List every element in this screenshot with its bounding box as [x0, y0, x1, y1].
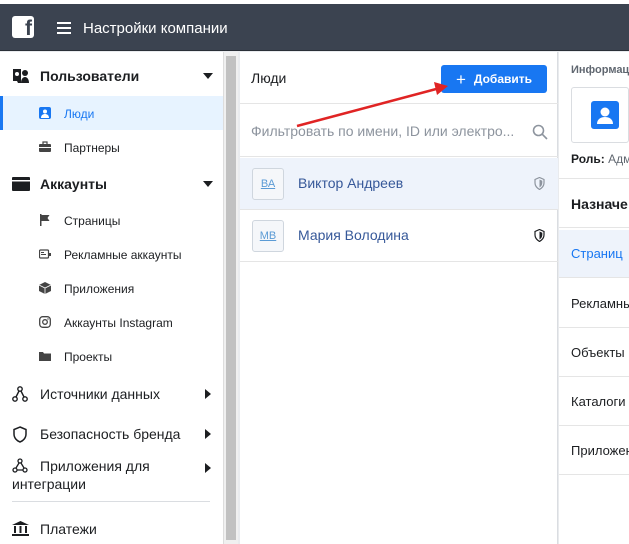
- avatar: МВ: [252, 220, 284, 252]
- data-sources-icon: [12, 386, 28, 402]
- people-panel: Люди + Добавить ВА Виктор Андреев МВ Мар…: [240, 52, 558, 544]
- sidebar-item-label-line2: интеграции: [12, 476, 86, 492]
- sidebar-section-label: Аккаунты: [40, 176, 107, 192]
- sidebar-item-label: Аккаунты Instagram: [64, 316, 173, 330]
- sidebar-item-label: Источники данных: [40, 386, 160, 402]
- instagram-icon: [39, 316, 51, 328]
- sidebar-item-label: Партнеры: [64, 141, 120, 155]
- role-line: Роль: Адм: [571, 152, 629, 166]
- admin-shield-icon: [534, 177, 545, 190]
- sidebar-item-instagram[interactable]: Аккаунты Instagram: [0, 305, 223, 339]
- shield-icon: [13, 426, 27, 443]
- users-icon: [13, 69, 29, 83]
- assigned-assets-header: Назначе: [559, 180, 629, 228]
- avatar: ВА: [252, 168, 284, 200]
- folder-icon: [12, 177, 30, 191]
- chevron-down-icon[interactable]: [203, 73, 213, 79]
- project-folder-icon: [39, 352, 51, 361]
- sidebar-item-data-sources[interactable]: Источники данных: [0, 384, 223, 404]
- user-icon: [591, 101, 619, 129]
- sidebar-item-people[interactable]: Люди: [0, 96, 223, 130]
- sidebar-item-ad-accounts[interactable]: Рекламные аккаунты: [0, 237, 223, 271]
- sidebar-item-pages[interactable]: Страницы: [0, 203, 223, 237]
- chevron-right-icon[interactable]: [205, 429, 211, 439]
- person-row[interactable]: ВА Виктор Андреев: [240, 158, 558, 210]
- divider: [559, 178, 629, 179]
- flag-icon: [40, 214, 50, 226]
- asset-tab-objects[interactable]: Объекты: [559, 329, 629, 377]
- sidebar-scrollbar[interactable]: [223, 52, 238, 544]
- info-label: Информац: [571, 64, 629, 76]
- sidebar-item-label: Рекламные аккаунты: [64, 248, 182, 262]
- sidebar-item-label: Платежи: [40, 521, 97, 537]
- sidebar-item-label: Страницы: [64, 214, 121, 228]
- sidebar-item-partners[interactable]: Партнеры: [0, 130, 223, 164]
- scrollbar-thumb[interactable]: [226, 56, 236, 540]
- person-icon: [39, 107, 51, 119]
- top-bar: f Настройки компании: [0, 0, 629, 51]
- people-panel-title: Люди: [251, 70, 287, 86]
- sidebar-section-users[interactable]: Пользователи: [0, 66, 223, 86]
- filter-bar: [240, 105, 558, 157]
- chevron-right-icon[interactable]: [205, 463, 211, 473]
- detail-avatar: [571, 87, 629, 143]
- cube-icon: [39, 282, 51, 294]
- sidebar-divider: [12, 501, 210, 502]
- sidebar-item-label: Люди: [64, 107, 95, 121]
- people-panel-header: Люди + Добавить: [240, 52, 558, 104]
- asset-tab-pages[interactable]: Страниц: [559, 230, 629, 278]
- briefcase-icon: [39, 141, 51, 152]
- asset-tab-catalogs[interactable]: Каталоги: [559, 378, 629, 426]
- admin-shield-icon: [534, 229, 545, 242]
- person-name: Виктор Андреев: [298, 175, 404, 191]
- sidebar: Пользователи Люди Партнеры Аккаунты Стра…: [0, 52, 223, 544]
- sidebar-item-label: Проекты: [64, 350, 113, 364]
- page-title: Настройки компании: [83, 20, 228, 37]
- menu-icon[interactable]: [57, 22, 71, 34]
- plus-icon: +: [455, 69, 466, 89]
- add-button-label: Добавить: [473, 72, 533, 86]
- sidebar-section-accounts[interactable]: Аккаунты: [0, 174, 223, 194]
- asset-tab-ad-accounts[interactable]: Рекламны: [559, 280, 629, 328]
- top-strip: [0, 0, 629, 4]
- asset-tab-apps[interactable]: Приложен: [559, 427, 629, 475]
- sidebar-item-label-line1: Приложения для: [40, 458, 150, 474]
- sidebar-section-label: Пользователи: [40, 68, 140, 84]
- person-name: Мария Володина: [298, 227, 409, 243]
- bank-icon: [12, 521, 29, 536]
- sidebar-item-label: Безопасность бренда: [40, 426, 181, 442]
- role-value: Адм: [608, 152, 629, 166]
- ad-account-icon: [39, 249, 51, 259]
- sidebar-item-apps[interactable]: Приложения: [0, 271, 223, 305]
- chevron-down-icon[interactable]: [203, 181, 213, 187]
- integrations-icon: [12, 458, 28, 473]
- person-detail-panel: Информац Роль: Адм Назначе Страниц Рекла…: [559, 52, 629, 544]
- sidebar-item-label: Приложения: [64, 282, 135, 296]
- sidebar-item-payments[interactable]: Платежи: [0, 519, 223, 539]
- role-label: Роль:: [571, 152, 605, 166]
- chevron-right-icon[interactable]: [205, 389, 211, 399]
- sidebar-item-projects[interactable]: Проекты: [0, 339, 223, 373]
- search-icon[interactable]: [532, 124, 548, 140]
- filter-input[interactable]: [251, 121, 523, 141]
- add-person-button[interactable]: + Добавить: [441, 65, 547, 93]
- sidebar-item-brand-safety[interactable]: Безопасность бренда: [0, 424, 223, 444]
- sidebar-item-integrations[interactable]: Приложения для интеграции: [0, 455, 223, 495]
- facebook-logo-icon[interactable]: f: [12, 16, 34, 40]
- person-row[interactable]: МВ Мария Володина: [240, 210, 558, 262]
